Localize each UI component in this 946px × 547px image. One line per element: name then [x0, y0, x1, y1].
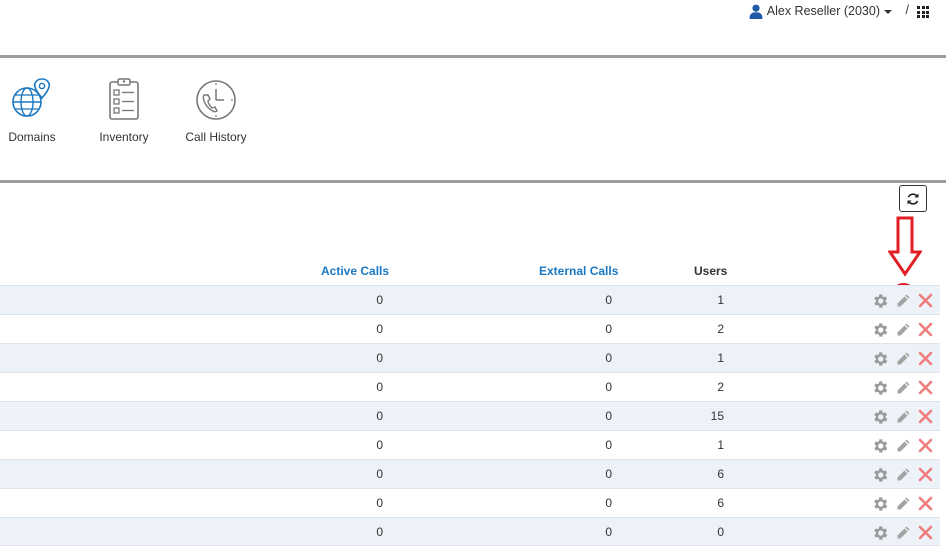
active-calls-cell: 0: [376, 351, 383, 365]
nav-inventory-label: Inventory: [99, 130, 149, 144]
domains-table-body: 0 0 1 0 0 2 0 0 1 0 0 2 0 0 15 0 0 1 0 0 6 0 0 6 0 0 0: [0, 285, 940, 546]
delete-icon[interactable]: [918, 467, 933, 485]
delete-icon[interactable]: [918, 496, 933, 514]
delete-icon[interactable]: [918, 409, 933, 427]
user-menu[interactable]: Alex Reseller (2030): [749, 3, 892, 19]
gear-icon[interactable]: [871, 292, 889, 313]
header-external-calls[interactable]: External Calls: [539, 264, 618, 278]
annotation-arrow-icon: [888, 216, 922, 277]
table-row[interactable]: 0 0 6: [0, 459, 940, 488]
nav-call-history[interactable]: Call History: [180, 76, 252, 144]
users-cell: 0: [717, 525, 724, 539]
external-calls-cell: 0: [605, 438, 612, 452]
nav-divider: [0, 180, 946, 183]
users-cell: 15: [710, 409, 724, 423]
edit-icon[interactable]: [895, 525, 911, 544]
apps-grid-icon[interactable]: [917, 6, 929, 18]
external-calls-cell: 0: [605, 525, 612, 539]
delete-icon[interactable]: [918, 438, 933, 456]
edit-icon[interactable]: [895, 496, 911, 515]
users-cell: 1: [717, 293, 724, 307]
external-calls-cell: 0: [605, 322, 612, 336]
active-calls-cell: 0: [376, 438, 383, 452]
users-cell: 2: [717, 322, 724, 336]
gear-icon[interactable]: [871, 408, 889, 429]
table-row[interactable]: 0 0 1: [0, 343, 940, 372]
users-cell: 2: [717, 380, 724, 394]
table-row[interactable]: 0 0 1: [0, 285, 940, 314]
table-row[interactable]: 0 0 2: [0, 314, 940, 343]
edit-icon[interactable]: [895, 293, 911, 312]
delete-icon[interactable]: [918, 322, 933, 340]
refresh-icon: [907, 192, 919, 205]
delete-icon[interactable]: [918, 351, 933, 369]
external-calls-cell: 0: [605, 496, 612, 510]
header-divider: [0, 55, 946, 58]
users-cell: 6: [717, 496, 724, 510]
nav-call-history-label: Call History: [185, 130, 247, 144]
active-calls-cell: 0: [376, 467, 383, 481]
gear-icon[interactable]: [871, 437, 889, 458]
users-cell: 1: [717, 438, 724, 452]
edit-icon[interactable]: [895, 322, 911, 341]
edit-icon[interactable]: [895, 351, 911, 370]
external-calls-cell: 0: [605, 467, 612, 481]
gear-icon[interactable]: [871, 524, 889, 545]
phone-clock-icon: [196, 80, 236, 120]
header-active-calls[interactable]: Active Calls: [321, 264, 389, 278]
active-calls-cell: 0: [376, 525, 383, 539]
refresh-button[interactable]: [899, 185, 927, 212]
table-row[interactable]: 0 0 1: [0, 430, 940, 459]
table-row[interactable]: 0 0 15: [0, 401, 940, 430]
external-calls-cell: 0: [605, 293, 612, 307]
nav-inventory[interactable]: Inventory: [92, 76, 156, 144]
delete-icon[interactable]: [918, 293, 933, 311]
edit-icon[interactable]: [895, 380, 911, 399]
active-calls-cell: 0: [376, 380, 383, 394]
gear-icon[interactable]: [871, 350, 889, 371]
delete-icon[interactable]: [918, 525, 933, 543]
active-calls-cell: 0: [376, 322, 383, 336]
gear-icon[interactable]: [871, 379, 889, 400]
chevron-down-icon: [884, 9, 892, 14]
table-row[interactable]: 0 0 6: [0, 488, 940, 517]
active-calls-cell: 0: [376, 293, 383, 307]
delete-icon[interactable]: [918, 380, 933, 398]
gear-icon[interactable]: [871, 466, 889, 487]
header-users: Users: [694, 264, 728, 278]
edit-icon[interactable]: [895, 409, 911, 428]
gear-icon[interactable]: [871, 495, 889, 516]
external-calls-cell: 0: [605, 409, 612, 423]
users-cell: 1: [717, 351, 724, 365]
header-separator: /: [905, 3, 909, 17]
nav-domains-label: Domains: [8, 130, 56, 144]
user-icon: [749, 4, 763, 19]
gear-icon[interactable]: [871, 321, 889, 342]
external-calls-cell: 0: [605, 351, 612, 365]
users-cell: 6: [717, 467, 724, 481]
edit-icon[interactable]: [895, 438, 911, 457]
table-row[interactable]: 0 0 0: [0, 517, 940, 546]
top-bar: Alex Reseller (2030) /: [0, 0, 946, 56]
nav-domains[interactable]: Domains: [0, 76, 64, 144]
active-calls-cell: 0: [376, 409, 383, 423]
table-row[interactable]: 0 0 2: [0, 372, 940, 401]
user-name: Alex Reseller (2030): [766, 4, 880, 18]
globe-location-icon: [12, 78, 51, 117]
clipboard-checklist-icon: [109, 78, 139, 120]
external-calls-cell: 0: [605, 380, 612, 394]
active-calls-cell: 0: [376, 496, 383, 510]
edit-icon[interactable]: [895, 467, 911, 486]
